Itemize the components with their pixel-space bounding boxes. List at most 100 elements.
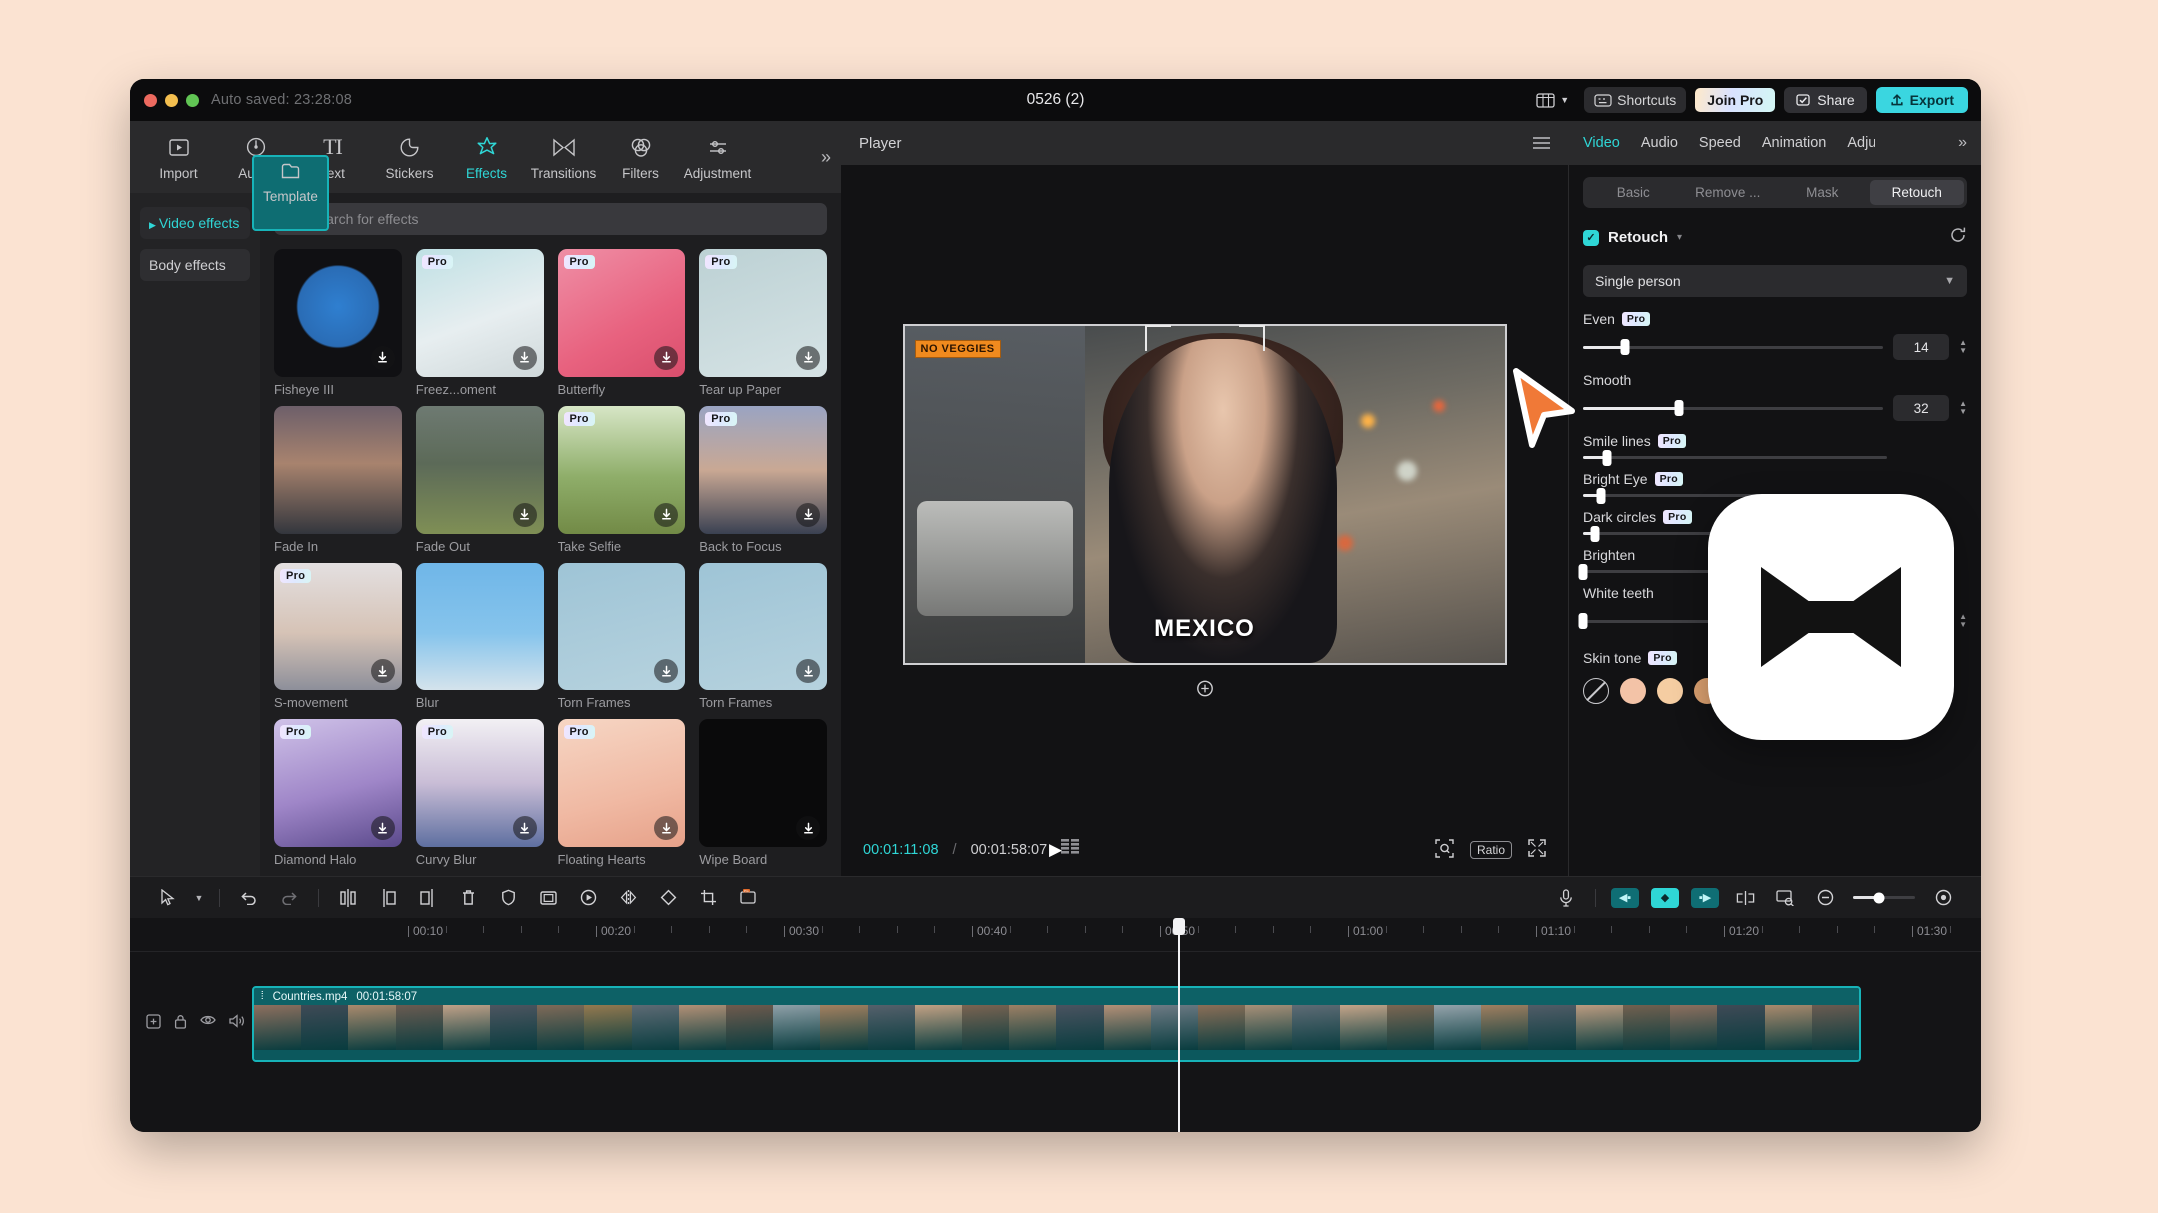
tab-audio[interactable]: Audio xyxy=(1641,135,1678,151)
download-icon[interactable] xyxy=(654,503,678,527)
frame-grid-button[interactable] xyxy=(1061,839,1081,861)
tab-speed[interactable]: Speed xyxy=(1699,135,1741,151)
keyframe-next-button[interactable]: ▪▶ xyxy=(1685,883,1725,913)
effect-thumbnail[interactable]: Pro xyxy=(416,719,544,847)
snapshot-button[interactable] xyxy=(1765,883,1805,913)
effect-card[interactable]: ProTake Selfie xyxy=(558,406,686,554)
zoom-preview-button[interactable] xyxy=(1435,839,1454,862)
download-icon[interactable] xyxy=(513,346,537,370)
retouch-checkbox[interactable]: ✓ xyxy=(1583,230,1599,246)
split-marker-button[interactable] xyxy=(1725,883,1765,913)
split-button[interactable] xyxy=(328,883,368,913)
slider-value-field[interactable]: 14 xyxy=(1893,334,1949,360)
skin-tone-swatch[interactable] xyxy=(1657,678,1683,704)
redo-button[interactable] xyxy=(269,883,309,913)
effect-card[interactable]: ProS-movement xyxy=(274,563,402,711)
effect-thumbnail[interactable] xyxy=(274,249,402,377)
effect-thumbnail[interactable]: Pro xyxy=(558,249,686,377)
effect-card[interactable]: Fisheye III xyxy=(274,249,402,397)
slider-stepper[interactable]: ▲▼ xyxy=(1959,339,1967,355)
mode-tab-more-button[interactable]: » xyxy=(821,147,831,168)
video-canvas[interactable]: NO VEGGIES MEXICO xyxy=(905,326,1505,663)
effect-thumbnail[interactable]: Pro xyxy=(274,719,402,847)
fullscreen-button[interactable] xyxy=(1528,839,1546,861)
mode-tab-effects[interactable]: Effects xyxy=(448,134,525,181)
download-icon[interactable] xyxy=(796,659,820,683)
select-tool-button[interactable] xyxy=(148,883,188,913)
trim-left-button[interactable] xyxy=(368,883,408,913)
play-button[interactable]: ▶ xyxy=(1049,840,1062,860)
mode-tab-template[interactable]: Template xyxy=(252,155,329,231)
mode-tab-filters[interactable]: Filters xyxy=(602,134,679,181)
timeline-clip[interactable]: ⦙ Countries.mp4 00:01:58:07 xyxy=(252,986,1861,1062)
tab-video[interactable]: Video xyxy=(1583,135,1620,151)
freeze-button[interactable] xyxy=(488,883,528,913)
download-icon[interactable] xyxy=(371,346,395,370)
slider-track[interactable] xyxy=(1583,346,1883,349)
mode-tab-stickers[interactable]: Stickers xyxy=(371,134,448,181)
search-effects-field[interactable]: Search for effects xyxy=(274,203,827,235)
effect-thumbnail[interactable] xyxy=(558,563,686,691)
effect-thumbnail[interactable]: Pro xyxy=(558,406,686,534)
slider-knob[interactable] xyxy=(1579,613,1588,629)
rotate-button[interactable] xyxy=(648,883,688,913)
clip-handle-icon[interactable]: ⦙ xyxy=(261,990,264,1003)
timeline-ruler[interactable]: 00:1000:2000:3000:4000:5001:0001:1001:20… xyxy=(130,918,1981,952)
download-icon[interactable] xyxy=(796,346,820,370)
effect-card[interactable]: ProFloating Hearts xyxy=(558,719,686,867)
effect-thumbnail[interactable] xyxy=(416,563,544,691)
effect-card[interactable]: Blur xyxy=(416,563,544,711)
download-icon[interactable] xyxy=(654,346,678,370)
download-icon[interactable] xyxy=(654,659,678,683)
segment-basic[interactable]: Basic xyxy=(1586,180,1681,205)
download-icon[interactable] xyxy=(371,816,395,840)
effect-thumbnail[interactable]: Pro xyxy=(416,249,544,377)
playhead-handle[interactable] xyxy=(1173,918,1185,935)
slider-track[interactable] xyxy=(1583,456,1887,459)
effect-card[interactable]: ProFreez...oment xyxy=(416,249,544,397)
sticker-tool-button[interactable]: Pro xyxy=(728,883,768,913)
effect-card[interactable]: Wipe Board xyxy=(699,719,827,867)
segment-remove-bg[interactable]: Remove ... xyxy=(1681,180,1776,205)
effect-thumbnail[interactable]: Pro xyxy=(699,406,827,534)
effect-card[interactable]: Torn Frames xyxy=(699,563,827,711)
download-icon[interactable] xyxy=(796,503,820,527)
playhead[interactable] xyxy=(1178,918,1180,1132)
effect-thumbnail[interactable] xyxy=(274,406,402,534)
track-visibility-icon[interactable] xyxy=(200,1014,216,1032)
category-video-effects[interactable]: ▶Video effects xyxy=(140,207,250,239)
slider-knob[interactable] xyxy=(1579,564,1588,580)
effect-card[interactable]: Torn Frames xyxy=(558,563,686,711)
tab-adjust[interactable]: Adjust xyxy=(1847,135,1875,151)
effect-card[interactable]: ProCurvy Blur xyxy=(416,719,544,867)
slider-track[interactable] xyxy=(1583,407,1883,410)
effect-thumbnail[interactable]: Pro xyxy=(699,249,827,377)
crop-button[interactable] xyxy=(688,883,728,913)
track-mute-icon[interactable] xyxy=(229,1014,245,1032)
slider-knob[interactable] xyxy=(1603,450,1612,466)
zoom-out-button[interactable] xyxy=(1805,883,1845,913)
slider-knob[interactable] xyxy=(1597,488,1606,504)
undo-button[interactable] xyxy=(229,883,269,913)
select-tool-dropdown[interactable]: ▼ xyxy=(188,883,210,913)
effect-thumbnail[interactable]: Pro xyxy=(274,563,402,691)
effect-thumbnail[interactable]: Pro xyxy=(558,719,686,847)
slider-stepper[interactable]: ▲▼ xyxy=(1959,613,1967,629)
track-add-icon[interactable] xyxy=(146,1014,161,1032)
mode-tab-adjustment[interactable]: Adjustment xyxy=(679,134,756,181)
keyframe-add-button[interactable]: ◆ xyxy=(1645,883,1685,913)
effect-card[interactable]: ProButterfly xyxy=(558,249,686,397)
delete-button[interactable] xyxy=(448,883,488,913)
segment-retouch[interactable]: Retouch xyxy=(1870,180,1965,205)
download-icon[interactable] xyxy=(513,503,537,527)
keyframe-prev-button[interactable]: ◀▪ xyxy=(1605,883,1645,913)
download-icon[interactable] xyxy=(654,816,678,840)
mode-tab-import[interactable]: Import xyxy=(140,134,217,181)
chevron-down-icon[interactable]: ▾ xyxy=(1677,232,1682,243)
mode-tab-transitions[interactable]: Transitions xyxy=(525,134,602,181)
mirror-button[interactable] xyxy=(608,883,648,913)
skin-tone-none-swatch[interactable] xyxy=(1583,678,1609,704)
speed-button[interactable] xyxy=(568,883,608,913)
effect-card[interactable]: Fade In xyxy=(274,406,402,554)
crop-frame-button[interactable] xyxy=(528,883,568,913)
